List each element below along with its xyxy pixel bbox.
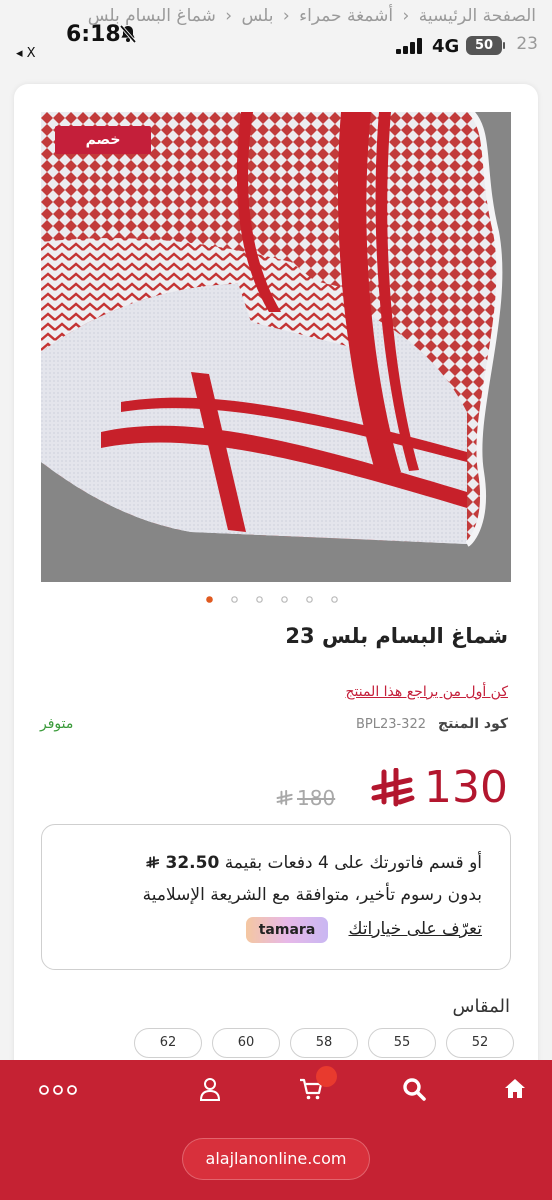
write-review-link[interactable]: كن أول من يراجع هذا المنتج xyxy=(345,684,508,700)
tamara-line-1-text: أو قسم فاتورتك على 4 دفعات بقيمة xyxy=(224,853,482,873)
carousel-dot[interactable] xyxy=(306,596,313,603)
original-price-value: 180 xyxy=(297,786,336,810)
size-option[interactable]: 62 xyxy=(134,1028,202,1058)
size-option[interactable]: 60 xyxy=(212,1028,280,1058)
current-price-value: 130 xyxy=(424,762,508,813)
tamara-line-1: أو قسم فاتورتك على 4 دفعات بقيمة 32.50 xyxy=(146,853,482,873)
riyal-icon xyxy=(276,790,293,806)
breadcrumb-separator: ‹ xyxy=(282,6,290,26)
search-icon[interactable] xyxy=(401,1076,427,1102)
tamara-learn-more-link[interactable]: تعرّف على خياراتك xyxy=(349,919,483,939)
breadcrumb-item-home[interactable]: الصفحة الرئيسية xyxy=(419,6,536,26)
back-to-app-button[interactable]: ◂ X xyxy=(16,46,36,61)
breadcrumb-tail: 23 xyxy=(516,34,538,54)
carousel-dot[interactable] xyxy=(281,596,288,603)
size-options: 52 55 58 60 62 xyxy=(134,1028,514,1058)
status-bar: الصفحة الرئيسية ‹ أشمغة حمراء ‹ بلس ‹ شم… xyxy=(0,0,552,66)
product-code-value: BPL23-322 xyxy=(355,717,426,732)
discount-badge: خصم xyxy=(55,126,151,154)
riyal-icon xyxy=(371,767,415,806)
tamara-installment-amount: 32.50 xyxy=(165,853,220,873)
current-price: 130 xyxy=(370,762,508,813)
breadcrumb-item-red-shemagh[interactable]: أشمغة حمراء xyxy=(299,6,393,26)
bell-muted-icon xyxy=(119,24,137,44)
riyal-icon xyxy=(146,856,160,869)
tamara-line-2: بدون رسوم تأخير، متوافقة مع الشريعة الإس… xyxy=(142,885,482,905)
carousel-dot[interactable] xyxy=(231,596,238,603)
breadcrumb-separator: ‹ xyxy=(225,6,233,26)
carousel-dot[interactable] xyxy=(256,596,263,603)
more-icon[interactable] xyxy=(38,1076,78,1102)
size-option[interactable]: 55 xyxy=(368,1028,436,1058)
breadcrumb-item-plus[interactable]: بلس xyxy=(241,6,273,26)
product-image[interactable] xyxy=(41,112,511,582)
size-label: المقاس xyxy=(452,996,510,1017)
stock-status: متوفر xyxy=(40,716,74,732)
image-carousel-dots xyxy=(204,594,340,608)
breadcrumb: الصفحة الرئيسية ‹ أشمغة حمراء ‹ بلس ‹ شم… xyxy=(86,6,538,26)
carousel-dot[interactable] xyxy=(206,596,213,603)
breadcrumb-separator: ‹ xyxy=(402,6,410,26)
signal-icon xyxy=(396,38,422,54)
original-price: 180 xyxy=(276,786,335,810)
tamara-logo: tamara xyxy=(246,917,328,943)
cart-notification-dot xyxy=(316,1066,337,1087)
product-title: شماغ البسام بلس 23 xyxy=(285,624,508,648)
home-icon[interactable] xyxy=(502,1076,528,1102)
browser-url-bar[interactable]: alajlanonline.com xyxy=(182,1138,370,1180)
clock: 6:18 xyxy=(66,22,121,47)
size-option[interactable]: 52 xyxy=(446,1028,514,1058)
battery-icon: 50 xyxy=(466,36,505,55)
tamara-installments-box: أو قسم فاتورتك على 4 دفعات بقيمة 32.50 ب… xyxy=(41,824,511,970)
carousel-dot[interactable] xyxy=(331,596,338,603)
size-option[interactable]: 58 xyxy=(290,1028,358,1058)
user-icon[interactable] xyxy=(197,1076,223,1102)
product-code-label: كود المنتج xyxy=(438,716,508,732)
network-type: 4G xyxy=(432,36,460,57)
